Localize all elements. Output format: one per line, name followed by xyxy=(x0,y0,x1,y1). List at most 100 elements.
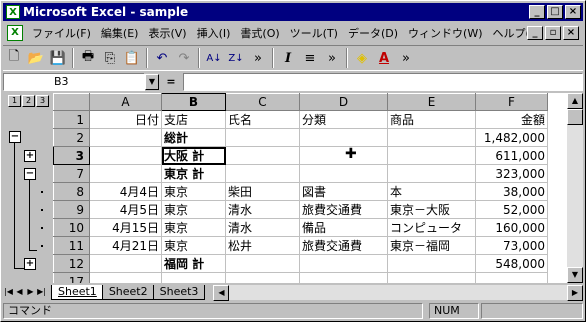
italic-icon[interactable]: I xyxy=(277,47,299,69)
workbook-minimize-button[interactable]: _ xyxy=(527,26,543,40)
save-icon[interactable]: 💾 xyxy=(47,47,69,69)
cell-a7[interactable] xyxy=(89,164,162,183)
cell-f11[interactable]: 73,000 xyxy=(475,236,548,255)
undo-icon[interactable]: ↶ xyxy=(151,47,173,69)
workbook-icon[interactable]: X xyxy=(7,25,23,41)
close-button[interactable]: × xyxy=(565,5,581,19)
scroll-down-icon[interactable]: ▼ xyxy=(567,267,583,283)
cell-e8[interactable]: 本 xyxy=(387,182,476,201)
row-header[interactable]: 9 xyxy=(53,200,90,219)
row-header[interactable]: 8 xyxy=(53,182,90,201)
cell-a11[interactable]: 4月21日 xyxy=(89,236,162,255)
cell-f7[interactable]: 323,000 xyxy=(475,164,548,183)
cell-a12[interactable] xyxy=(89,254,162,273)
cell-b3[interactable]: 大阪 計 xyxy=(161,146,226,165)
menu-tools[interactable]: ツール(T) xyxy=(285,25,343,41)
workbook-close-button[interactable]: × xyxy=(563,26,579,40)
cell-d17[interactable] xyxy=(299,272,388,283)
expand-group-icon[interactable]: + xyxy=(24,258,36,270)
cell-a8[interactable]: 4月4日 xyxy=(89,182,162,201)
open-folder-icon[interactable]: 📂 xyxy=(25,47,47,69)
row-header[interactable]: 3 xyxy=(53,146,90,165)
horizontal-scroll-track[interactable] xyxy=(229,284,567,300)
row-header[interactable]: 1 xyxy=(53,110,90,129)
cell-f8[interactable]: 38,000 xyxy=(475,182,548,201)
font-color-icon[interactable]: A xyxy=(373,47,395,69)
name-box[interactable]: B3 xyxy=(3,73,145,91)
cell-c8[interactable]: 柴田 xyxy=(225,182,300,201)
redo-icon[interactable]: ↷ xyxy=(173,47,195,69)
cell-a1[interactable]: 日付 xyxy=(89,110,162,129)
menu-edit[interactable]: 編集(E) xyxy=(96,25,144,41)
tab-sheet1[interactable]: Sheet1 xyxy=(51,284,104,300)
cell-a2[interactable] xyxy=(89,128,162,147)
sort-descending-icon[interactable]: Z↓ xyxy=(225,47,247,69)
cell-c10[interactable]: 清水 xyxy=(225,218,300,237)
copy-icon[interactable]: ⎘ xyxy=(99,47,121,69)
menu-window[interactable]: ウィンドウ(W) xyxy=(403,25,487,41)
cell-f3[interactable]: 611,000 xyxy=(475,146,548,165)
cell-b7[interactable]: 東京 計 xyxy=(161,164,226,183)
cell-e9[interactable]: 東京－大阪 xyxy=(387,200,476,219)
row-header[interactable]: 17 xyxy=(53,272,90,283)
collapse-group-icon[interactable]: − xyxy=(24,168,36,180)
outline-level-1-button[interactable]: 1 xyxy=(8,95,21,107)
menu-view[interactable]: 表示(V) xyxy=(143,25,191,41)
column-header-d[interactable]: D xyxy=(299,93,388,111)
cell-d8[interactable]: 図書 xyxy=(299,182,388,201)
scroll-track[interactable] xyxy=(567,125,583,267)
name-box-dropdown-icon[interactable]: ▼ xyxy=(145,74,159,90)
tab-sheet3[interactable]: Sheet3 xyxy=(152,284,206,300)
cell-f1[interactable]: 金額 xyxy=(475,110,548,129)
cell-d11[interactable]: 旅費交通費 xyxy=(299,236,388,255)
cell-a17[interactable] xyxy=(89,272,162,283)
outline-level-3-button[interactable]: 3 xyxy=(36,95,49,107)
column-header-b[interactable]: B xyxy=(161,93,226,111)
tab-sheet2[interactable]: Sheet2 xyxy=(101,284,155,300)
cell-c7[interactable] xyxy=(225,164,300,183)
cell-e12[interactable] xyxy=(387,254,476,273)
paste-icon[interactable]: 📋 xyxy=(121,47,143,69)
row-header[interactable]: 7 xyxy=(53,164,90,183)
excel-app-icon[interactable]: X xyxy=(6,5,20,19)
menu-format[interactable]: 書式(O) xyxy=(235,25,284,41)
menu-file[interactable]: ファイル(F) xyxy=(27,25,96,41)
collapse-outline-icon[interactable]: − xyxy=(9,131,21,143)
menu-data[interactable]: データ(D) xyxy=(343,25,403,41)
row-header[interactable]: 11 xyxy=(53,236,90,255)
scroll-left-icon[interactable]: ◀ xyxy=(213,284,230,301)
cell-b11[interactable]: 東京 xyxy=(161,236,226,255)
scroll-up-icon[interactable]: ▲ xyxy=(567,93,583,109)
cell-c11[interactable]: 松井 xyxy=(225,236,300,255)
cell-f9[interactable]: 52,000 xyxy=(475,200,548,219)
column-header-a[interactable]: A xyxy=(89,93,162,111)
more-buttons-icon-2[interactable]: » xyxy=(321,47,343,69)
column-header-c[interactable]: C xyxy=(225,93,300,111)
maximize-button[interactable]: □ xyxy=(547,5,563,19)
cell-c9[interactable]: 清水 xyxy=(225,200,300,219)
align-center-icon[interactable]: ≡ xyxy=(299,47,321,69)
sort-ascending-icon[interactable]: A↓ xyxy=(203,47,225,69)
outline-level-2-button[interactable]: 2 xyxy=(22,95,35,107)
cell-e11[interactable]: 東京－福岡 xyxy=(387,236,476,255)
cell-a9[interactable]: 4月5日 xyxy=(89,200,162,219)
last-sheet-icon[interactable]: ▶| xyxy=(36,285,47,299)
cell-d3[interactable] xyxy=(299,146,388,165)
fill-color-icon[interactable]: ◈ xyxy=(351,47,373,69)
cell-a10[interactable]: 4月15日 xyxy=(89,218,162,237)
edit-formula-button[interactable]: = xyxy=(159,74,183,90)
cell-d7[interactable] xyxy=(299,164,388,183)
cell-f10[interactable]: 160,000 xyxy=(475,218,548,237)
column-header-f[interactable]: F xyxy=(475,93,548,111)
cell-c2[interactable] xyxy=(225,128,300,147)
row-header[interactable]: 10 xyxy=(53,218,90,237)
cell-e7[interactable] xyxy=(387,164,476,183)
next-sheet-icon[interactable]: ▶ xyxy=(25,285,36,299)
cell-b9[interactable]: 東京 xyxy=(161,200,226,219)
select-all-button[interactable] xyxy=(53,93,90,111)
cell-e2[interactable] xyxy=(387,128,476,147)
vertical-scrollbar[interactable]: ▲ ▼ xyxy=(567,93,583,283)
title-bar[interactable]: X Microsoft Excel - sample _ □ × xyxy=(3,3,583,21)
cell-b10[interactable]: 東京 xyxy=(161,218,226,237)
row-header[interactable]: 2 xyxy=(53,128,90,147)
